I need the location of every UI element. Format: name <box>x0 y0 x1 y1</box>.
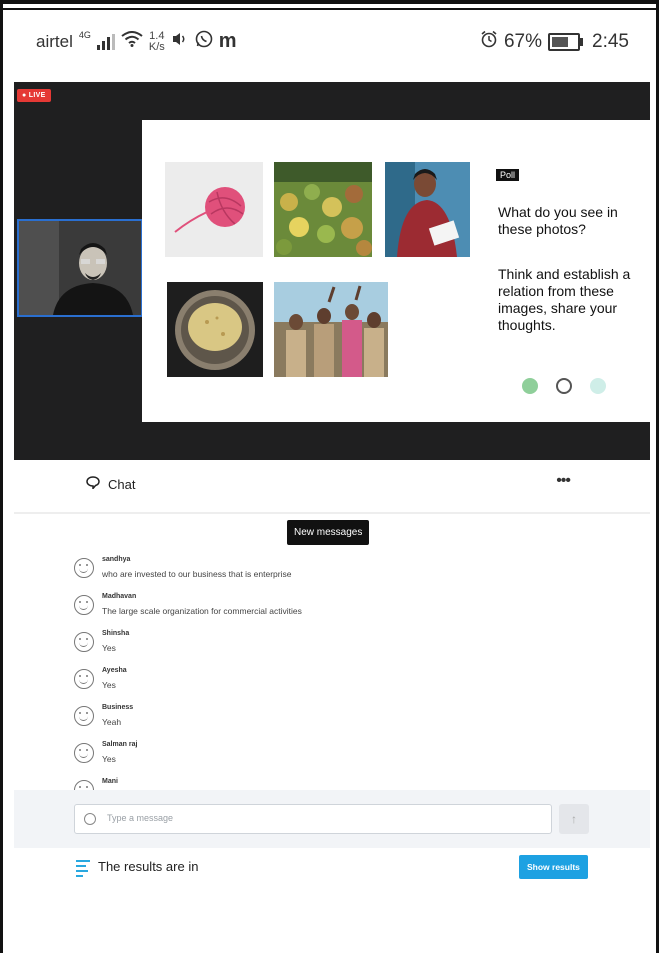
logo-teal-icon <box>590 378 606 394</box>
logo-eye-icon <box>556 378 572 394</box>
list-item: Ayesha Yes <box>74 666 614 703</box>
carrier-name: airtel <box>36 31 73 51</box>
avatar-icon <box>74 595 94 615</box>
list-item: Business Yeah <box>74 703 614 740</box>
battery-percent: 67% <box>503 31 543 52</box>
volume-icon <box>171 31 189 52</box>
message-text: Yeah <box>102 717 122 727</box>
presentation-slide: Poll What do you see in these photos? Th… <box>142 120 650 422</box>
message-text: who are invested to our business that is… <box>102 569 292 579</box>
message-author: Shinsha <box>102 630 130 637</box>
results-text: The results are in <box>98 859 199 874</box>
avatar-icon <box>74 558 94 578</box>
app-m-icon: m <box>218 30 237 52</box>
message-text: The large scale organization for commerc… <box>102 606 302 616</box>
chat-title: Chat <box>108 476 136 492</box>
wifi-icon <box>121 31 143 52</box>
presenter-avatar-image <box>19 221 141 315</box>
frame-divider <box>0 8 659 10</box>
show-results-button[interactable]: Show results <box>519 855 588 879</box>
list-item: Mani <box>74 777 614 790</box>
message-text: Yes <box>102 643 116 653</box>
message-text: Yes <box>102 680 116 690</box>
avatar-icon <box>74 706 94 726</box>
slide-logos <box>522 378 606 394</box>
message-author: Madhavan <box>102 593 137 600</box>
avatar-icon <box>74 669 94 689</box>
slide-prompt: Think and establish a relation from thes… <box>498 266 631 333</box>
results-list-icon <box>76 860 90 877</box>
status-left: airtel 4G 1.4 K/s m <box>36 30 237 53</box>
message-author: Mani <box>102 778 118 785</box>
chat-message-list[interactable]: sandhya who are invested to our business… <box>74 555 614 790</box>
list-item: Salman raj Yes <box>74 740 614 777</box>
chat-bubble-icon <box>86 476 100 492</box>
status-right: 67% 2:45 <box>480 30 629 54</box>
avatar-icon <box>74 632 94 652</box>
whatsapp-icon <box>195 30 213 53</box>
frame-top-border <box>0 0 659 4</box>
network-speed: 1.4 K/s <box>148 30 165 53</box>
status-bar: airtel 4G 1.4 K/s m 67% 2:45 <box>36 26 629 56</box>
photo-waste-pile <box>274 162 372 257</box>
photo-yarn-ball <box>165 162 263 257</box>
photo-flatbread-bowl <box>167 282 263 377</box>
poll-results-bar: The results are in Show results <box>76 855 596 883</box>
live-badge: ● LIVE <box>17 89 51 102</box>
photo-group-celebration <box>274 282 388 377</box>
alarm-icon <box>480 30 498 54</box>
slide-question: What do you see in these photos? <box>498 204 618 237</box>
list-item: Madhavan The large scale organization fo… <box>74 592 614 629</box>
arrow-up-icon: ↑ <box>571 812 577 826</box>
frame-left-border <box>0 0 3 953</box>
chat-header: Chat ••• <box>14 462 650 514</box>
list-item: sandhya who are invested to our business… <box>74 555 614 592</box>
list-item: Shinsha Yes <box>74 629 614 666</box>
more-options-icon[interactable]: ••• <box>556 472 571 490</box>
network-type: 4G <box>78 30 91 40</box>
avatar-icon <box>74 743 94 763</box>
logo-green-icon <box>522 378 538 394</box>
live-video-area[interactable]: ● LIVE Poll What do you see in these pho… <box>14 82 650 460</box>
slide-poll-tag: Poll <box>496 169 520 181</box>
photo-woman-writing <box>385 162 470 257</box>
speed-unit: K/s <box>148 40 165 53</box>
live-label: LIVE <box>28 92 46 99</box>
battery-icon <box>548 33 584 51</box>
clock-time: 2:45 <box>592 31 629 52</box>
presenter-camera[interactable] <box>17 219 143 317</box>
send-button[interactable]: ↑ <box>559 804 589 834</box>
chat-tab[interactable]: Chat <box>86 476 135 492</box>
emoji-icon[interactable] <box>84 813 96 825</box>
message-author: Salman raj <box>102 741 138 748</box>
avatar-icon <box>74 780 94 790</box>
message-input[interactable] <box>105 812 539 824</box>
message-author: Ayesha <box>102 667 127 674</box>
message-author: Business <box>102 704 134 711</box>
signal-icon <box>96 33 115 50</box>
message-input-box[interactable] <box>74 804 552 834</box>
message-text: Yes <box>102 754 116 764</box>
new-messages-badge[interactable]: New messages <box>287 520 370 545</box>
message-composer: ↑ <box>14 790 650 848</box>
message-author: sandhya <box>102 556 131 563</box>
